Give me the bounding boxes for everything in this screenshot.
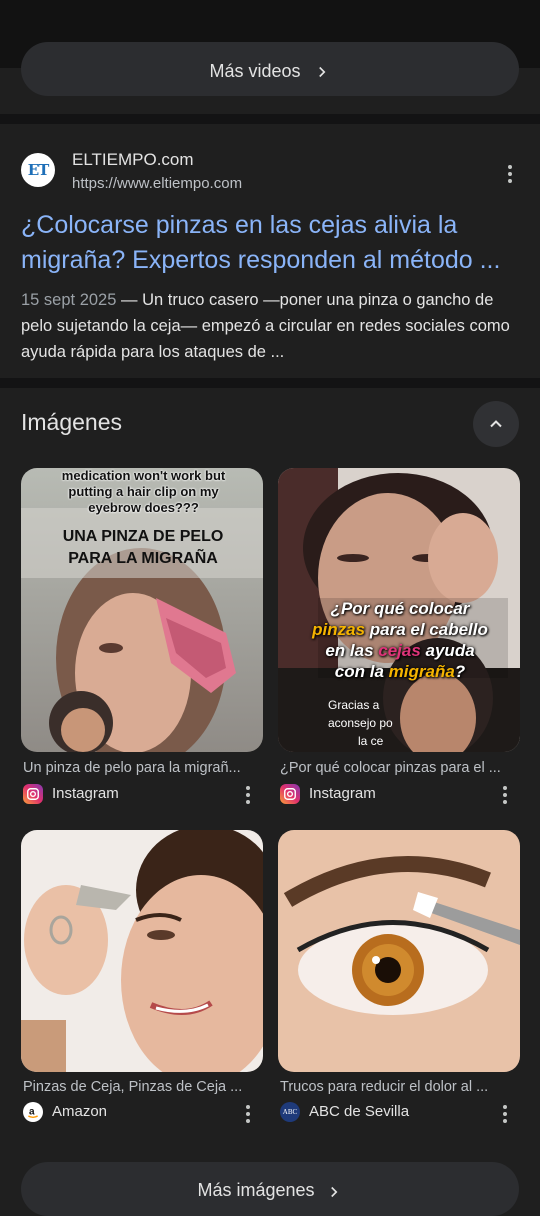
more-images-button[interactable]: Más imágenes xyxy=(21,1162,519,1216)
image-2-overlay-title: ¿Por qué colocar pinzas para el cabello … xyxy=(290,598,510,682)
image-2-overlay-line-3-a: en las xyxy=(325,641,379,660)
chevron-right-icon xyxy=(318,66,325,78)
image-4-more-icon[interactable] xyxy=(495,1104,515,1124)
image-2-source[interactable]: Instagram xyxy=(309,785,376,802)
more-videos-label: Más videos xyxy=(209,61,301,81)
abc-icon-text: ABC xyxy=(282,1108,298,1116)
chevron-up-icon xyxy=(490,420,502,428)
image-2-overlay-line-3: en las cejas ayuda xyxy=(290,640,510,661)
site-logo-text: ET xyxy=(27,161,50,179)
image-2-overlay-line-4-c: ? xyxy=(454,662,466,681)
image-2-overlay-word-cejas: cejas xyxy=(378,641,421,660)
site-url[interactable]: https://www.eltiempo.com xyxy=(72,175,242,192)
image-2-overlay-line-4: con la migraña? xyxy=(290,661,510,682)
instagram-icon xyxy=(23,784,43,804)
image-2-overlay-line-2: pinzas para el cabello xyxy=(290,619,510,640)
image-1-overlay-top: medication won't work but putting a hair… xyxy=(61,468,226,515)
image-2-more-icon[interactable] xyxy=(495,785,515,805)
result-snippet: 15 sept 2025 — Un truco casero —poner un… xyxy=(21,287,521,365)
chevron-right-icon xyxy=(330,1186,337,1198)
image-2-overlay-word-pinzas: pinzas xyxy=(312,620,366,639)
image-2-overlay-small: Gracias a aconsejo po la ce xyxy=(328,696,393,750)
image-1-caption[interactable]: Un pinza de pelo para la migrañ... xyxy=(23,760,263,776)
image-2-overlay-line-3-c: ayuda xyxy=(420,641,475,660)
image-2-overlay-small-3: la ce xyxy=(358,734,384,748)
image-1-more-icon[interactable] xyxy=(238,785,258,805)
more-options-icon[interactable] xyxy=(500,164,520,184)
abc-icon: ABC xyxy=(280,1102,300,1122)
svg-text:a: a xyxy=(29,1107,35,1118)
result-title-link[interactable]: ¿Colocarse pinzas en las cejas alivia la… xyxy=(21,208,521,278)
image-thumbnail-3 xyxy=(21,830,263,1072)
site-logo: ET xyxy=(21,153,55,187)
image-2-overlay-line-1: ¿Por qué colocar xyxy=(330,599,470,618)
image-result-4[interactable] xyxy=(278,830,520,1072)
image-2-overlay-small-2: aconsejo po xyxy=(328,716,393,730)
more-videos-button[interactable]: Más videos xyxy=(21,42,519,96)
result-date: 15 sept 2025 xyxy=(21,291,117,309)
image-2-overlay-line-2-rest: para el cabello xyxy=(365,620,488,639)
image-1-source[interactable]: Instagram xyxy=(52,785,119,802)
section-divider xyxy=(0,378,540,388)
image-3-caption[interactable]: Pinzas de Ceja, Pinzas de Ceja ... xyxy=(23,1079,263,1095)
image-2-caption[interactable]: ¿Por qué colocar pinzas para el ... xyxy=(280,760,520,776)
more-images-label: Más imágenes xyxy=(197,1180,315,1200)
site-name[interactable]: ELTIEMPO.com xyxy=(72,150,194,170)
image-3-more-icon[interactable] xyxy=(238,1104,258,1124)
collapse-button[interactable] xyxy=(473,401,519,447)
images-section-title: Imágenes xyxy=(21,409,123,435)
image-4-caption[interactable]: Trucos para reducir el dolor al ... xyxy=(280,1079,520,1095)
image-4-source[interactable]: ABC de Sevilla xyxy=(309,1103,409,1120)
section-divider xyxy=(0,114,540,124)
instagram-icon xyxy=(280,784,300,804)
image-2-overlay-word-migrana: migraña xyxy=(388,662,455,681)
image-2-overlay-line-4-a: con la xyxy=(334,662,389,681)
image-2-overlay-small-1: Gracias a xyxy=(328,698,380,712)
image-result-3[interactable] xyxy=(21,830,263,1072)
image-thumbnail-4 xyxy=(278,830,520,1072)
image-3-source[interactable]: Amazon xyxy=(52,1103,107,1120)
image-result-2[interactable]: ¿Por qué colocar pinzas para el cabello … xyxy=(278,468,520,752)
image-1-overlay-main: UNA PINZA DE PELO PARA LA MIGRAÑA xyxy=(62,528,224,567)
image-result-1[interactable]: medication won't work but putting a hair… xyxy=(21,468,263,752)
amazon-icon: a xyxy=(23,1102,43,1122)
